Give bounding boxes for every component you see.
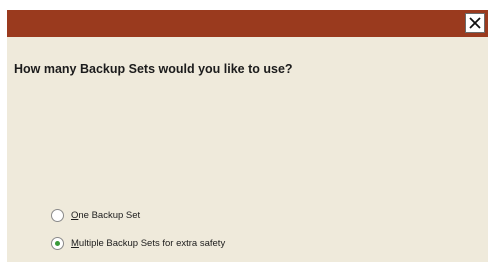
- question-text: How many Backup Sets would you like to u…: [14, 62, 293, 76]
- multiple-backup-sets-option[interactable]: Multiple Backup Sets for extra safety: [51, 237, 225, 250]
- close-icon: [469, 17, 481, 29]
- one-backup-set-radio[interactable]: [51, 209, 64, 222]
- one-backup-set-option[interactable]: One Backup Set: [51, 209, 140, 222]
- mnemonic-m: M: [71, 238, 79, 249]
- one-backup-set-label-rest: ne Backup Set: [78, 210, 141, 221]
- backup-sets-dialog: How many Backup Sets would you like to u…: [7, 10, 488, 262]
- dialog-content: How many Backup Sets would you like to u…: [7, 37, 488, 262]
- title-bar: [7, 10, 488, 37]
- multiple-backup-sets-label[interactable]: Multiple Backup Sets for extra safety: [71, 238, 225, 249]
- multiple-backup-sets-radio[interactable]: [51, 237, 64, 250]
- one-backup-set-label[interactable]: One Backup Set: [71, 210, 140, 221]
- close-button[interactable]: [465, 13, 485, 33]
- multiple-backup-sets-label-rest: ultiple Backup Sets for extra safety: [78, 238, 226, 249]
